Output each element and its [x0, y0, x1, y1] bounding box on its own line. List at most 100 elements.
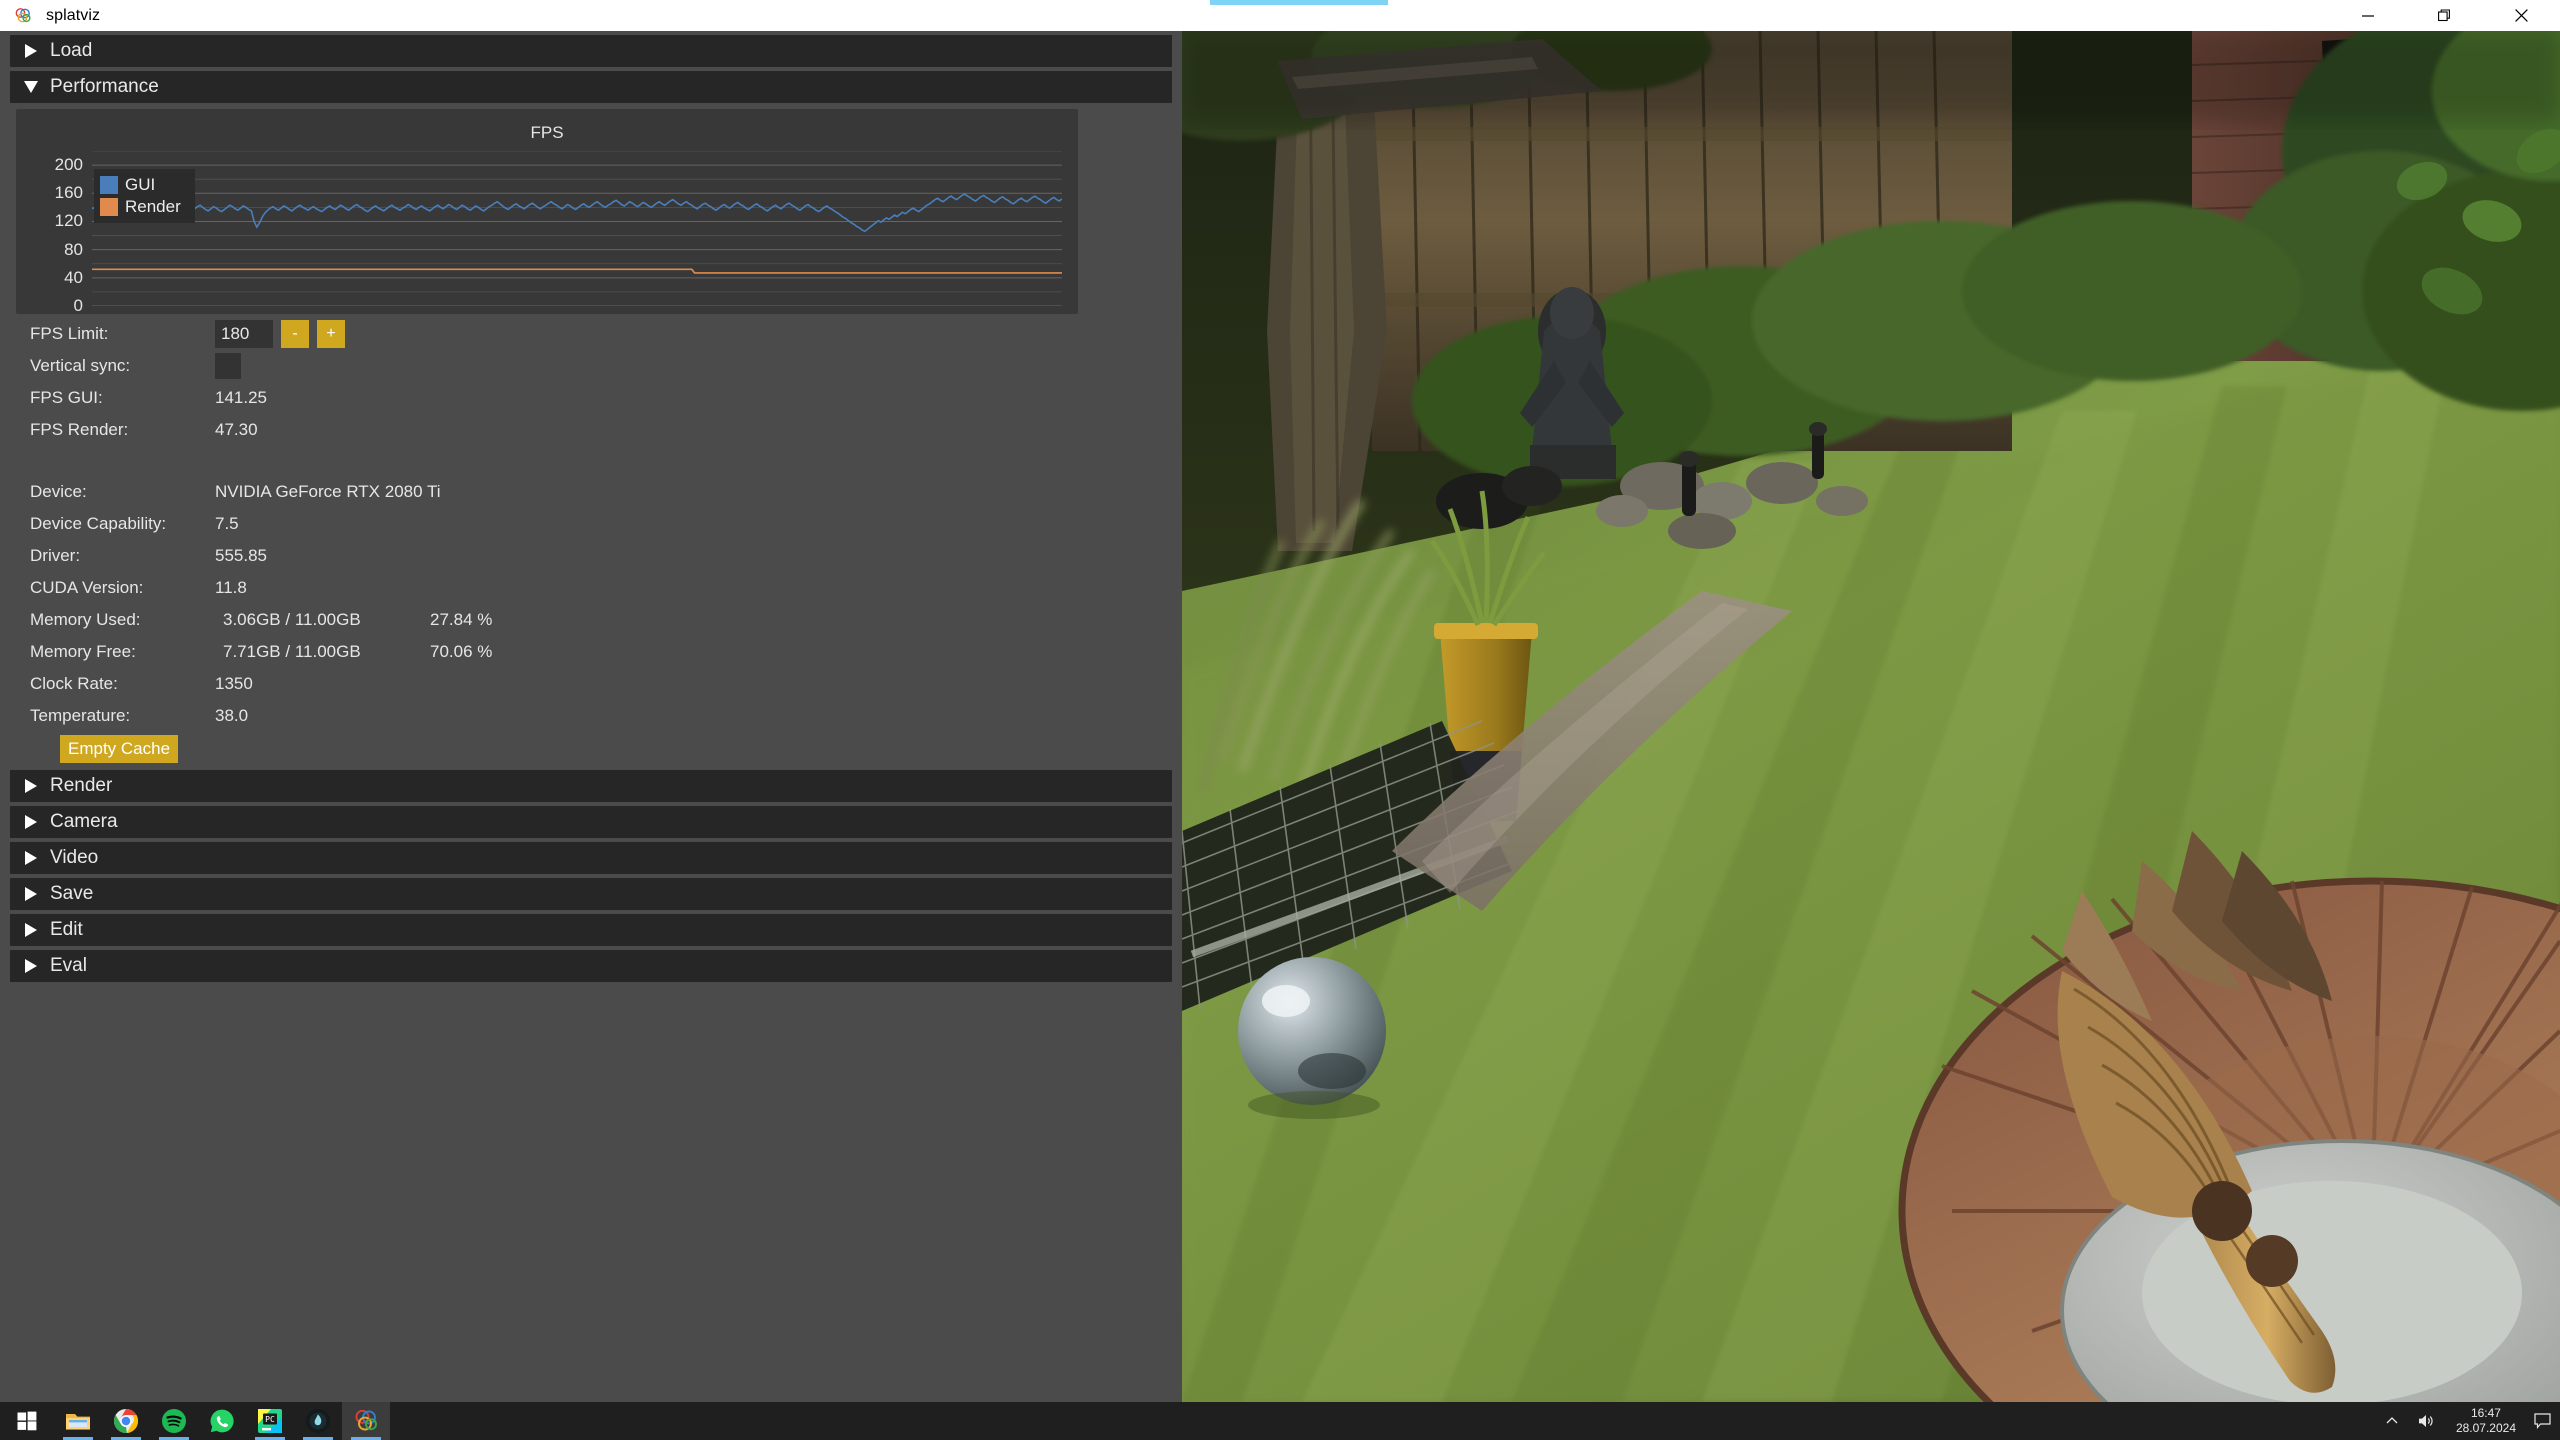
legend-swatch-render: [100, 198, 118, 216]
minimize-button[interactable]: [2329, 0, 2406, 31]
taskbar: PC 16:47 28.07.2024: [0, 1402, 2560, 1440]
fps-plot-title: FPS: [530, 123, 564, 142]
fps-limit-row: FPS Limit: - +: [0, 318, 1182, 350]
memory-used-value: 3.06GB / 11.00GB: [223, 610, 361, 629]
clock-rate-row: Clock Rate: 1350: [0, 668, 1182, 700]
fps-plot[interactable]: FPS 200 160 120 80 40 0 GUI Render: [16, 109, 1078, 315]
window-title: splatviz: [46, 6, 101, 24]
splatviz-icon: [8, 0, 38, 31]
taskbar-item-file-explorer[interactable]: [54, 1402, 102, 1440]
legend-item-gui: GUI: [100, 174, 181, 196]
memory-free-label: Memory Free:: [30, 642, 136, 661]
taskbar-item-spotify[interactable]: [150, 1402, 198, 1440]
section-header-load[interactable]: Load: [10, 35, 1172, 67]
fps-render-label: FPS Render:: [30, 420, 129, 439]
taskbar-item-dark-app[interactable]: [294, 1402, 342, 1440]
fps-plot-legend: GUI Render: [94, 169, 195, 223]
chevron-right-icon: [16, 43, 46, 59]
vertical-sync-row: Vertical sync:: [0, 350, 1182, 382]
chevron-right-icon: [16, 922, 46, 938]
volume-icon[interactable]: [2408, 1402, 2444, 1440]
fps-limit-input[interactable]: [215, 320, 273, 348]
performance-body: FPS 200 160 120 80 40 0 GUI Render FPS L…: [0, 109, 1182, 766]
clock[interactable]: 16:47 28.07.2024: [2444, 1402, 2528, 1440]
legend-label-gui: GUI: [125, 175, 156, 194]
fps-plot-ytick: 80: [64, 239, 83, 259]
fps-gui-label: FPS GUI:: [30, 388, 103, 407]
section-header-edit[interactable]: Edit: [10, 914, 1172, 946]
control-panel: Load Performance FPS 200 160 120 80 40 0 G: [0, 31, 1182, 1402]
memory-used-percent: 27.84 %: [430, 610, 493, 629]
fps-plot-svg: [92, 150, 1062, 307]
svg-text:PC: PC: [265, 1415, 275, 1424]
chevron-right-icon: [16, 814, 46, 830]
fps-limit-decrement-button[interactable]: -: [281, 320, 309, 348]
section-label-load: Load: [50, 40, 93, 61]
temperature-label: Temperature:: [30, 706, 131, 725]
taskbar-items: PC: [54, 1402, 390, 1440]
memory-free-row: Memory Free: 7.71GB / 11.00GB 70.06 %: [0, 636, 1182, 668]
driver-value: 555.85: [215, 546, 267, 565]
fps-gui-value: 141.25: [215, 388, 267, 407]
section-header-render[interactable]: Render: [10, 770, 1172, 802]
chevron-down-icon: [16, 80, 46, 94]
section-label-save: Save: [50, 883, 94, 904]
empty-cache-button[interactable]: Empty Cache: [60, 735, 179, 763]
section-label-camera: Camera: [50, 811, 118, 832]
device-row: Device: NVIDIA GeForce RTX 2080 Ti: [0, 476, 1182, 508]
chevron-right-icon: [16, 958, 46, 974]
window-tab-accent: [1210, 0, 1388, 5]
fps-plot-ytick: 120: [54, 211, 83, 231]
section-header-camera[interactable]: Camera: [10, 806, 1172, 838]
taskbar-item-whatsapp[interactable]: [198, 1402, 246, 1440]
section-header-save[interactable]: Save: [10, 878, 1172, 910]
section-header-video[interactable]: Video: [10, 842, 1172, 874]
start-button[interactable]: [0, 1402, 54, 1440]
device-capability-label: Device Capability:: [30, 514, 167, 533]
show-hidden-icons-button[interactable]: [2376, 1402, 2408, 1440]
section-label-eval: Eval: [50, 955, 87, 976]
legend-label-render: Render: [125, 197, 181, 216]
fps-plot-ytick: 160: [54, 183, 83, 203]
memory-free-percent: 70.06 %: [430, 642, 493, 661]
chevron-right-icon: [16, 778, 46, 794]
render-viewport[interactable]: [1182, 31, 2560, 1402]
fps-limit-increment-button[interactable]: +: [317, 320, 345, 348]
fps-render-value: 47.30: [215, 420, 258, 439]
clock-rate-value: 1350: [215, 674, 253, 693]
system-tray: 16:47 28.07.2024: [2376, 1402, 2560, 1440]
memory-used-label: Memory Used:: [30, 610, 141, 629]
clock-time: 16:47: [2470, 1406, 2501, 1420]
driver-label: Driver:: [30, 546, 81, 565]
clock-rate-label: Clock Rate:: [30, 674, 118, 693]
taskbar-item-pycharm[interactable]: PC: [246, 1402, 294, 1440]
section-label-video: Video: [50, 847, 99, 868]
fps-plot-ytick: 40: [64, 267, 83, 287]
temperature-value: 38.0: [215, 706, 249, 725]
device-capability-row: Device Capability: 7.5: [0, 508, 1182, 540]
section-header-eval[interactable]: Eval: [10, 950, 1172, 982]
maximize-restore-button[interactable]: [2406, 0, 2483, 31]
cuda-version-label: CUDA Version:: [30, 578, 144, 597]
section-label-render: Render: [50, 775, 113, 796]
close-button[interactable]: [2483, 0, 2560, 31]
chevron-right-icon: [16, 886, 46, 902]
section-label-performance: Performance: [50, 76, 159, 97]
fps-limit-label: FPS Limit:: [30, 324, 109, 343]
taskbar-item-chrome[interactable]: [102, 1402, 150, 1440]
section-header-performance[interactable]: Performance: [10, 71, 1172, 103]
empty-cache-row: Empty Cache: [0, 732, 1182, 766]
device-capability-value: 7.5: [215, 514, 239, 533]
vertical-sync-checkbox[interactable]: [215, 353, 241, 379]
fps-gui-row: FPS GUI: 141.25: [0, 382, 1182, 414]
taskbar-item-splatviz[interactable]: [342, 1402, 390, 1440]
device-label: Device:: [30, 482, 87, 501]
driver-row: Driver: 555.85: [0, 540, 1182, 572]
cuda-version-row: CUDA Version: 11.8: [0, 572, 1182, 604]
fps-render-row: FPS Render: 47.30: [0, 414, 1182, 446]
legend-swatch-gui: [100, 176, 118, 194]
chevron-right-icon: [16, 850, 46, 866]
action-center-button[interactable]: [2528, 1402, 2556, 1440]
temperature-row: Temperature: 38.0: [0, 700, 1182, 732]
desktop: splatviz Load Performance FPS 200 160 12…: [0, 0, 2560, 1440]
